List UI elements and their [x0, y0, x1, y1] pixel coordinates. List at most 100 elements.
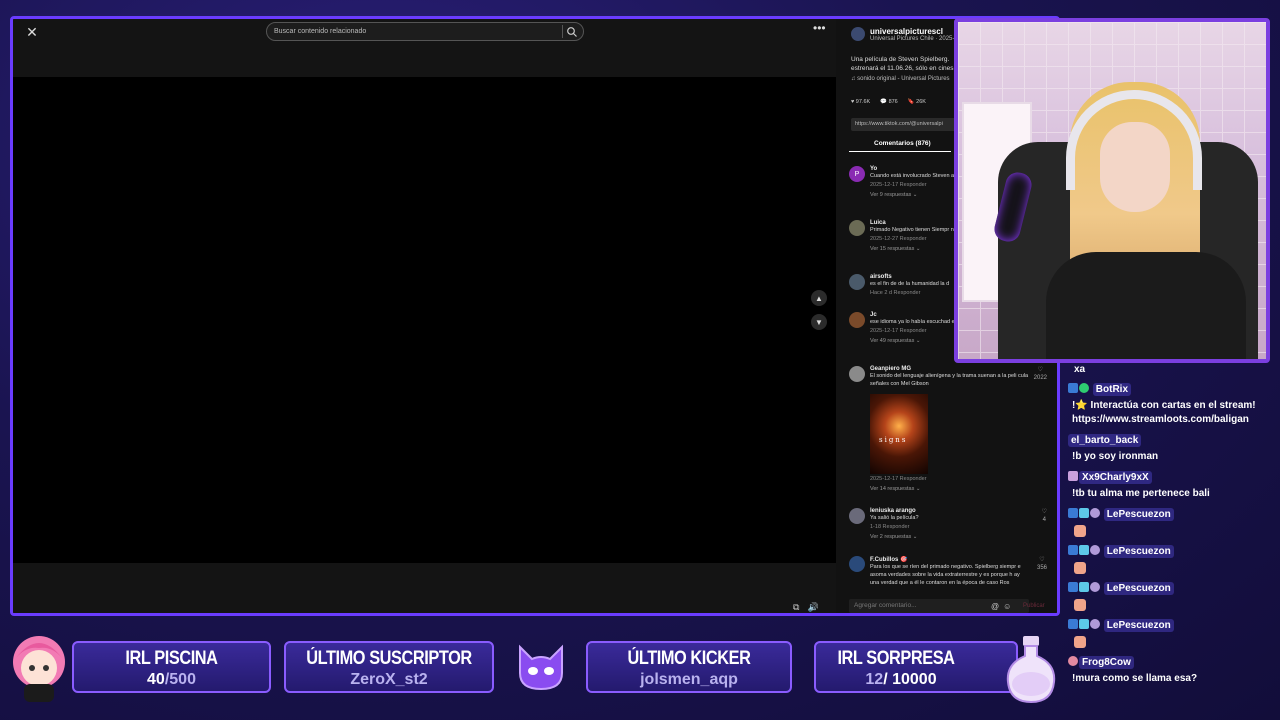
mention-icon[interactable]: @ [991, 602, 999, 611]
emoji-icon[interactable]: ☺ [1003, 602, 1011, 611]
chat-text: !tb tu alma me pertenece bali [1072, 488, 1210, 499]
volume-icon[interactable]: 🔊 [807, 602, 818, 613]
view-replies[interactable]: Ver 2 respuestas ⌄ [870, 534, 1030, 540]
comment-image[interactable]: signs [870, 394, 928, 474]
heart-icon: ♡ [1039, 557, 1045, 563]
comment-like[interactable]: ♡ 2022 [1034, 366, 1047, 382]
report-icon[interactable]: ⧉ [793, 602, 799, 613]
last-kicker-label: ÚLTIMO KICKER [627, 648, 751, 669]
chat-message: el_barto_back [1068, 434, 1142, 447]
streamer-shirt [1046, 252, 1246, 359]
chat-message: xa [1068, 364, 1085, 375]
comment-meta[interactable]: 1-18 Responder [870, 524, 1030, 530]
chat-text: !⭐ Interactúa con cartas en el stream! [1072, 400, 1256, 411]
comment-like[interactable]: ♡ 356 [1037, 556, 1047, 572]
tab-underline [849, 151, 951, 152]
subscriber-badge-icon [1090, 508, 1100, 518]
chat-message: Xx9Charly9xX [1068, 471, 1152, 484]
search-icon[interactable] [566, 26, 578, 38]
save-stat[interactable]: 🔖 26K [908, 99, 926, 105]
subscriber-badge-icon [1090, 619, 1100, 629]
irl-piscina-goal: IRL PISCINA 40/500 [72, 641, 271, 693]
chat-username[interactable]: LePescuezon [1103, 545, 1174, 558]
chat-username[interactable]: LePescuezon [1103, 508, 1174, 521]
comment-like-count: 4 [1042, 517, 1046, 523]
chat-text: xa [1074, 364, 1086, 375]
moderator-badge-icon [1068, 383, 1078, 393]
chat-emote [1068, 636, 1086, 651]
comment-image-text: signs [879, 436, 908, 444]
avatar[interactable] [849, 312, 865, 328]
publish-button[interactable]: Publicar [1023, 603, 1045, 609]
chat-text: !b yo soy ironman [1072, 451, 1159, 462]
avatar[interactable] [849, 556, 865, 572]
post-sound[interactable]: ♫ sonido original - Universal Pictures [851, 76, 950, 82]
subscriber-badge-icon [1068, 471, 1078, 481]
more-options-icon[interactable]: ••• [813, 21, 826, 35]
avatar[interactable] [849, 366, 865, 382]
like-count: 97.6K [855, 99, 871, 105]
comment-meta[interactable]: 2025-12-17 Responder [870, 476, 1030, 482]
streamer-mascot-icon [13, 636, 65, 702]
view-replies[interactable]: Ver 14 respuestas ⌄ [870, 486, 1030, 492]
moderator-badge-icon [1068, 545, 1078, 555]
cat-mascot-icon [519, 644, 563, 691]
goal-current: 40 [147, 671, 165, 688]
chat-username[interactable]: Xx9Charly9xX [1079, 471, 1152, 484]
goal-target: /500 [164, 671, 196, 688]
chat-username[interactable]: Frog8Cow [1079, 656, 1134, 669]
video-player[interactable] [13, 77, 836, 563]
avatar[interactable] [849, 508, 865, 524]
vip-badge-icon [1079, 545, 1089, 555]
chat-message: BotRix [1068, 383, 1132, 396]
tab-comments[interactable]: Comentarios (876) [874, 140, 931, 147]
last-subscriber-name: ZeroX_st2 [350, 671, 428, 688]
goal-target: / 10000 [883, 671, 937, 688]
moderator-badge-icon [1068, 582, 1078, 592]
emote-icon [1074, 599, 1086, 611]
vip-badge-icon [1079, 508, 1089, 518]
potion-icon [1006, 636, 1056, 704]
goal-label: IRL PISCINA [125, 648, 218, 669]
post-link[interactable]: https://www.tiktok.com/@universalpi [851, 118, 971, 131]
subscriber-badge-icon [1090, 582, 1100, 592]
previous-video-button[interactable]: ▲ [811, 290, 827, 306]
chat-username[interactable]: LePescuezon [1103, 619, 1174, 632]
chat-username[interactable]: BotRix [1092, 383, 1132, 396]
moderator-badge-icon [1068, 508, 1078, 518]
avatar[interactable]: P [849, 166, 865, 182]
chat-emote [1068, 525, 1086, 540]
comment-text: Para los que se ríen del primado negativ… [870, 564, 1021, 586]
save-count: 26K [916, 99, 926, 105]
chat-message: !b yo soy ironman [1068, 451, 1158, 462]
chat-username[interactable]: el_barto_back [1068, 434, 1142, 447]
avatar[interactable] [851, 27, 865, 41]
chat-emote [1068, 599, 1086, 614]
search-placeholder: Buscar contenido relacionado [274, 28, 367, 35]
avatar[interactable] [849, 274, 865, 290]
last-kicker-box: ÚLTIMO KICKER jolsmen_aqp [586, 641, 792, 693]
chat-message: Frog8Cow [1068, 656, 1134, 669]
emote-icon [1074, 525, 1086, 537]
moderator-badge-icon [1068, 619, 1078, 629]
webcam-feed [954, 18, 1270, 363]
irl-sorpresa-goal: IRL SORPRESA 12/ 10000 [814, 641, 1018, 693]
comment-like[interactable]: ♡ 4 [1042, 508, 1047, 524]
comment-stat[interactable]: 💬 876 [880, 99, 898, 105]
chat-message: !tb tu alma me pertenece bali [1068, 488, 1210, 499]
post-stats: ♥ 97.6K 💬 876 🔖 26K [851, 99, 926, 105]
account-handle[interactable]: universalpicturescl [870, 27, 954, 36]
heart-icon: ♡ [1041, 509, 1047, 515]
last-subscriber-label: ÚLTIMO SUSCRIPTOR [306, 648, 472, 669]
close-icon[interactable]: ✕ [23, 23, 41, 41]
chat-message: LePescuezon [1068, 508, 1174, 521]
chat-text: !mura como se llama esa? [1072, 673, 1198, 684]
chat-text: https://www.streamloots.com/baligan [1072, 414, 1249, 425]
bot-badge-icon [1079, 383, 1089, 393]
chat-username[interactable]: LePescuezon [1103, 582, 1174, 595]
like-stat[interactable]: ♥ 97.6K [851, 99, 870, 105]
comment-user[interactable]: F.Cubillos 🎯 [870, 556, 1030, 563]
avatar[interactable] [849, 220, 865, 236]
next-video-button[interactable]: ▼ [811, 314, 827, 330]
search-input[interactable]: Buscar contenido relacionado [266, 22, 584, 41]
